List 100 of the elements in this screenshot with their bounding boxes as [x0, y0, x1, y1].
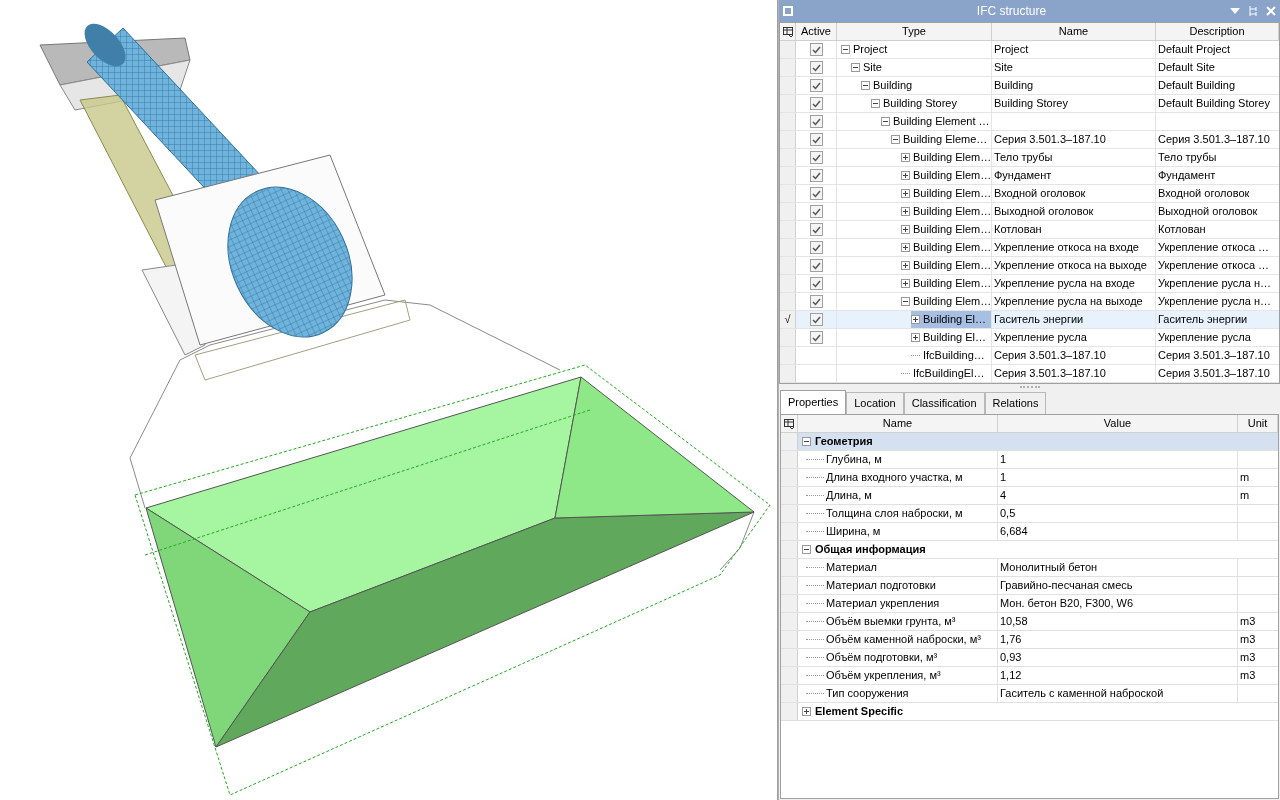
collapse-toggle[interactable] [802, 545, 811, 554]
tab[interactable]: Relations [984, 392, 1047, 414]
expand-toggle[interactable] [901, 243, 910, 252]
active-checkbox[interactable] [809, 61, 823, 74]
column-header[interactable]: Value [998, 415, 1238, 432]
group-title: Общая информация [815, 542, 926, 558]
active-checkbox[interactable] [809, 259, 823, 272]
table-cell-text: Входной оголовок [1158, 186, 1250, 202]
tree-node[interactable]: IfcBuildingEl… [901, 365, 989, 382]
active-checkbox[interactable] [809, 43, 823, 56]
active-checkbox[interactable] [809, 115, 823, 128]
collapse-toggle[interactable] [871, 99, 880, 108]
column-header[interactable]: Unit [1238, 415, 1278, 432]
collapse-toggle[interactable] [901, 297, 910, 306]
property-value: 0,5 [1000, 506, 1016, 522]
table-cell-text: Серия 3.501.3–187.10 [994, 348, 1106, 364]
active-checkbox[interactable] [809, 295, 823, 308]
property-value: 1 [1000, 452, 1007, 468]
expand-toggle[interactable] [901, 225, 910, 234]
tree-node[interactable]: Project [841, 41, 892, 58]
property-value: 0,93 [1000, 650, 1022, 666]
tree-node[interactable]: Building Eleme… [891, 131, 992, 148]
tree-node[interactable]: Building Storey [871, 95, 961, 112]
tree-node[interactable]: Site [851, 59, 886, 76]
tree-node[interactable]: Building Elem… [901, 149, 996, 166]
tree-line [806, 621, 824, 622]
node-type-label: Building El… [923, 330, 986, 346]
tree-node[interactable]: Building [861, 77, 917, 94]
property-value: 4 [1000, 488, 1007, 504]
column-chooser-icon[interactable] [784, 418, 794, 429]
tree-node[interactable]: Building El… [911, 329, 990, 346]
tree-node[interactable]: Building Elem… [901, 203, 996, 220]
tab[interactable]: Properties [780, 390, 847, 414]
column-header[interactable]: Type [837, 23, 992, 40]
column-header[interactable]: Name [798, 415, 998, 432]
active-checkbox[interactable] [809, 79, 823, 92]
expand-toggle[interactable] [802, 707, 811, 716]
property-name: Толщина слоя наброски, м [826, 506, 963, 522]
collapse-toggle[interactable] [841, 45, 850, 54]
node-type-label: Building Elem… [913, 240, 992, 256]
expand-toggle[interactable] [901, 189, 910, 198]
collapse-toggle[interactable] [802, 437, 811, 446]
close-icon[interactable] [1266, 6, 1276, 16]
property-group-row[interactable]: Геометрия [798, 433, 1278, 450]
active-checkbox[interactable] [809, 169, 823, 182]
expand-toggle[interactable] [901, 279, 910, 288]
active-checkbox[interactable] [809, 313, 823, 326]
column-header[interactable]: Name [992, 23, 1156, 40]
row-header[interactable]: √ [780, 311, 796, 328]
active-checkbox[interactable] [809, 97, 823, 110]
property-name: Глубина, м [826, 452, 882, 468]
property-name: Длина, м [826, 488, 872, 504]
expand-toggle[interactable] [911, 333, 920, 342]
tab[interactable]: Location [846, 392, 904, 414]
column-header[interactable]: Active [796, 23, 837, 40]
active-checkbox[interactable] [809, 205, 823, 218]
expand-toggle[interactable] [901, 207, 910, 216]
active-checkbox[interactable] [809, 223, 823, 236]
tree-node[interactable]: Building El… [911, 311, 991, 328]
tree-node[interactable]: Building Element … [881, 113, 994, 130]
expand-toggle[interactable] [911, 315, 920, 324]
node-type-label: Building Elem… [913, 258, 992, 274]
property-unit: m3 [1240, 668, 1256, 684]
table-cell-text: Серия 3.501.3–187.10 [1158, 132, 1270, 148]
collapse-toggle[interactable] [861, 81, 870, 90]
table-cell-text: Default Building Storey [1158, 96, 1270, 112]
active-checkbox[interactable] [809, 133, 823, 146]
property-name: Объём каменной наброски, м³ [826, 632, 981, 648]
expand-toggle[interactable] [901, 171, 910, 180]
column-chooser-icon[interactable] [782, 26, 793, 37]
property-name: Тип сооружения [826, 686, 909, 702]
node-type-label: Building Eleme… [903, 132, 988, 148]
node-type-label: Project [853, 42, 888, 58]
property-value: Мон. бетон B20, F300, W6 [1000, 596, 1134, 612]
expand-toggle[interactable] [901, 261, 910, 270]
dropdown-icon[interactable] [1230, 8, 1240, 14]
tree-line [806, 675, 824, 676]
collapse-toggle[interactable] [851, 63, 860, 72]
property-name: Объём подготовки, м³ [826, 650, 938, 666]
property-unit: m3 [1240, 614, 1256, 630]
active-checkbox[interactable] [809, 277, 823, 290]
active-checkbox[interactable] [809, 241, 823, 254]
table-cell-text: Укрепление откоса на выходе [994, 258, 1147, 274]
tree-line [806, 477, 824, 478]
tree-line [806, 513, 824, 514]
tree-node[interactable]: IfcBuilding… [911, 347, 989, 364]
node-type-label: Building Elem… [913, 186, 992, 202]
expand-toggle[interactable] [901, 153, 910, 162]
active-checkbox[interactable] [809, 187, 823, 200]
active-checkbox[interactable] [809, 331, 823, 344]
row-indicator: √ [784, 312, 791, 328]
collapse-toggle[interactable] [881, 117, 890, 126]
tree-node[interactable]: Building Elem… [901, 185, 996, 202]
column-header[interactable]: Description [1156, 23, 1279, 40]
property-name: Длина входного участка, м [826, 470, 963, 486]
tree-line [901, 373, 910, 374]
tab[interactable]: Classification [903, 392, 985, 414]
tree-node[interactable]: Building Elem… [901, 221, 996, 238]
active-checkbox[interactable] [809, 151, 823, 164]
collapse-toggle[interactable] [891, 135, 900, 144]
